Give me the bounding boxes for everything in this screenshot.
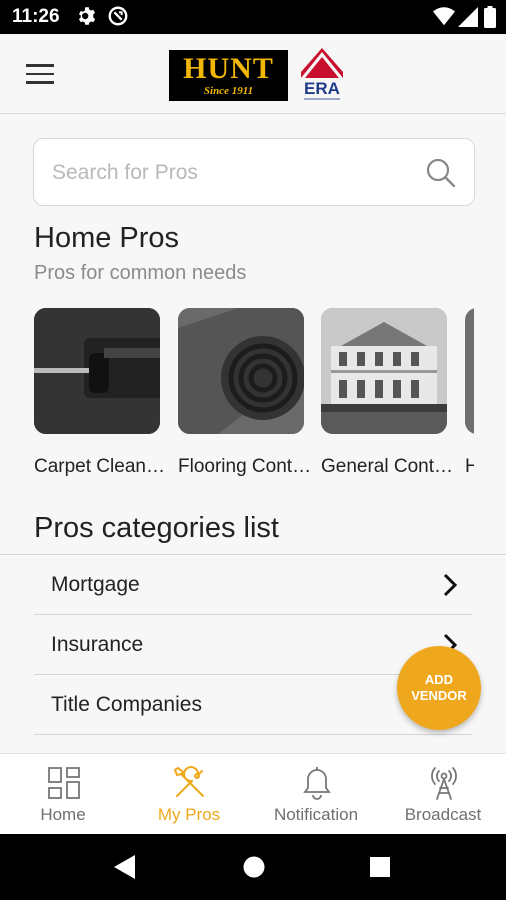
chevron-right-icon [443, 573, 458, 597]
search-box [33, 138, 475, 206]
pro-card-label: Carpet Cleaning [34, 456, 168, 477]
bell-icon [303, 767, 331, 800]
nav-my-pros-label: My Pros [157, 805, 221, 824]
house-photo [321, 308, 447, 434]
bottom-navigation: Home My Pros Notification Broadcast [0, 753, 506, 834]
settings-gear-icon [78, 7, 96, 25]
back-icon[interactable] [114, 855, 136, 879]
menu-icon[interactable] [26, 64, 54, 84]
home-pros-subtitle: Pros for common needs [34, 262, 247, 284]
home-circle-icon[interactable] [243, 856, 265, 878]
pro-card-general-contractors[interactable]: General Contractors [321, 308, 455, 477]
category-item-mortgage[interactable]: Mortgage [34, 555, 472, 615]
era-logo-text: ERA [304, 79, 340, 98]
app-header: HUNT Since 1911 ERA [0, 34, 506, 114]
signal-icon [458, 7, 478, 27]
search-input[interactable] [52, 157, 412, 189]
nav-notification[interactable]: Notification [253, 754, 379, 835]
pro-card-label: General Contractors [321, 456, 455, 477]
system-navigation-bar [0, 834, 506, 900]
recents-square-icon[interactable] [370, 857, 390, 877]
tools-icon [173, 766, 204, 797]
home-pros-carousel[interactable]: Carpet Cleaning Flooring Contractors [34, 308, 474, 488]
categories-title: Pros categories list [34, 512, 279, 544]
pro-card-label: H [465, 456, 474, 478]
broadcast-tower-icon [431, 767, 457, 800]
add-vendor-line1: ADD [424, 672, 454, 687]
category-label: Title Companies [51, 693, 202, 716]
nav-notification-label: Notification [273, 805, 359, 824]
carpet-cleaning-photo [34, 308, 160, 434]
grid-icon [48, 767, 80, 799]
nav-my-pros[interactable]: My Pros [126, 754, 252, 835]
era-logo: ERA [301, 48, 343, 100]
search-icon[interactable] [426, 158, 456, 188]
wifi-icon [433, 7, 455, 26]
flooring-roll-photo [178, 308, 304, 434]
home-pros-title: Home Pros [34, 222, 180, 254]
battery-icon [484, 6, 496, 28]
partial-photo [465, 308, 474, 434]
do-not-disturb-icon [108, 6, 128, 26]
pro-card-carpet-cleaning[interactable]: Carpet Cleaning [34, 308, 168, 477]
nav-home-label: Home [40, 805, 86, 824]
status-time: 11:26 [12, 6, 60, 27]
pro-card-flooring-contractors[interactable]: Flooring Contractors [178, 308, 312, 477]
status-bar: 11:26 [0, 0, 506, 34]
nav-broadcast[interactable]: Broadcast [380, 754, 506, 835]
add-vendor-line2: VENDOR [411, 688, 467, 703]
hunt-logo-subtext: Since 1911 [203, 85, 254, 97]
hunt-logo: HUNT Since 1911 [169, 50, 288, 101]
add-vendor-button[interactable]: ADD VENDOR [397, 646, 481, 730]
pro-card-partial[interactable]: H [465, 308, 474, 477]
pro-card-label: Flooring Contractors [178, 456, 312, 477]
hunt-logo-text: HUNT [183, 52, 274, 85]
nav-home[interactable]: Home [0, 754, 126, 835]
category-label: Mortgage [51, 573, 140, 596]
category-label: Insurance [51, 633, 144, 656]
nav-broadcast-label: Broadcast [404, 805, 482, 824]
